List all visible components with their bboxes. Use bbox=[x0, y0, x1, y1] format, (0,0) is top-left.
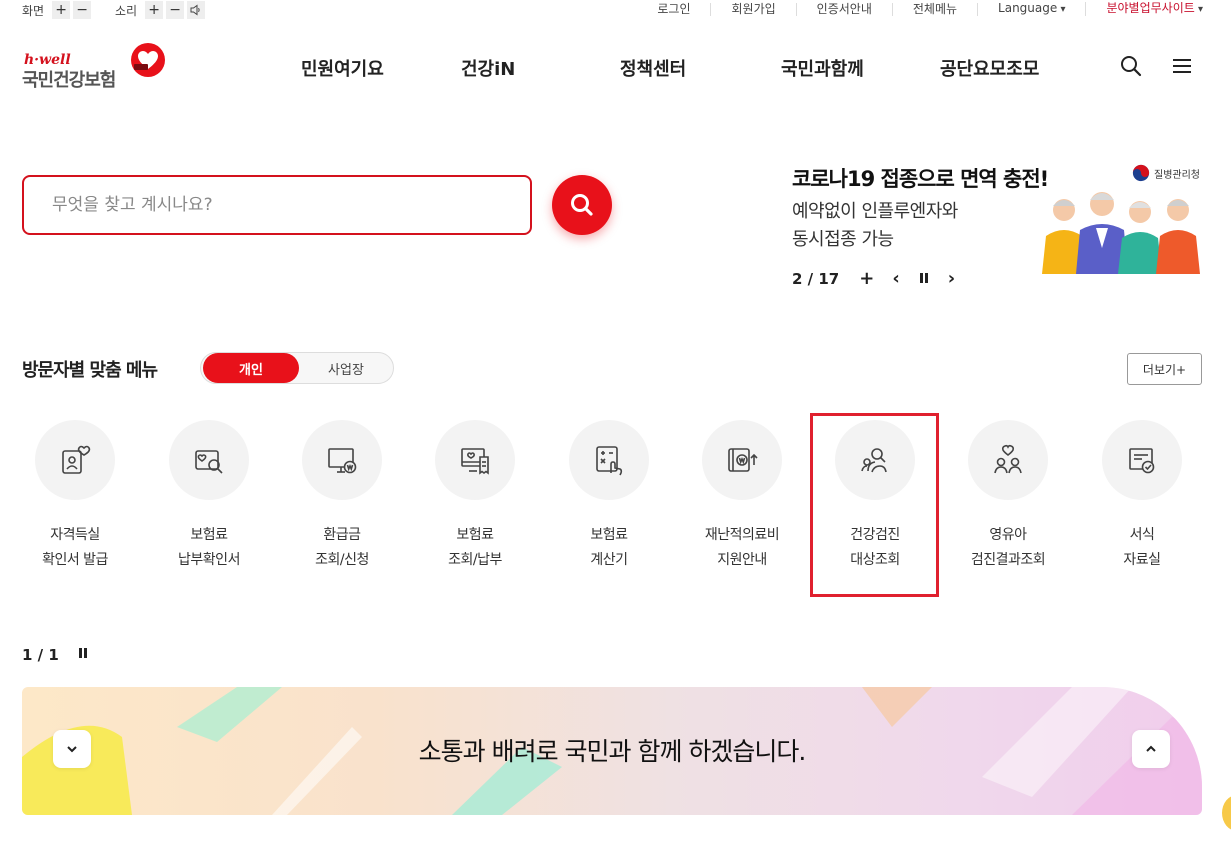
monitor-receipt-icon bbox=[461, 448, 489, 475]
chatbot-floating-icon[interactable] bbox=[1222, 795, 1231, 831]
visitor-type-toggle: 개인 사업장 bbox=[200, 352, 394, 384]
search-button[interactable] bbox=[552, 175, 612, 235]
quick-menu-label: 납부확인서 bbox=[178, 552, 240, 568]
sound-control: 소리 + − bbox=[115, 1, 208, 19]
agency-name: 질병관리청 bbox=[1154, 169, 1200, 181]
quick-menu-forms[interactable]: 서식자료실 bbox=[1092, 420, 1192, 573]
logo-heart-icon bbox=[131, 43, 165, 77]
banner-collapse-button[interactable] bbox=[53, 730, 91, 768]
language-dropdown[interactable]: Language bbox=[978, 2, 1087, 16]
quick-menu-qualification[interactable]: 자격득실확인서 발급 bbox=[25, 420, 125, 573]
all-menu-link[interactable]: 전체메뉴 bbox=[893, 2, 979, 16]
quick-menu-label: 지원안내 bbox=[717, 552, 767, 568]
banner-expand-button[interactable] bbox=[1132, 730, 1170, 768]
banner-subtitle-line: 예약없이 인플루엔자와 bbox=[792, 201, 958, 222]
quick-menu-label: 확인서 발급 bbox=[42, 552, 108, 568]
id-card-icon bbox=[62, 445, 91, 474]
quick-menu-infant-checkup[interactable]: 영유아검진결과조회 bbox=[958, 420, 1058, 573]
banner-pause-button[interactable] bbox=[918, 270, 930, 288]
quick-menu-label: 서식 bbox=[1129, 527, 1155, 543]
monitor-won-icon bbox=[328, 448, 357, 474]
agency-logo: 질병관리청 bbox=[1132, 164, 1200, 182]
elderly-people-illustration bbox=[1042, 192, 1200, 274]
search-icon[interactable] bbox=[1119, 54, 1143, 78]
quick-menu-label: 재난적의료비 bbox=[704, 527, 780, 543]
hamburger-menu-icon[interactable] bbox=[1170, 54, 1194, 78]
taegeuk-emblem-icon bbox=[1132, 164, 1150, 182]
quick-menu-label: 조회/신청 bbox=[315, 552, 369, 568]
quick-menu-refund[interactable]: 환급금조회/신청 bbox=[292, 420, 392, 573]
nav-civil-service[interactable]: 민원여기요 bbox=[301, 55, 384, 81]
nav-health-in[interactable]: 건강iN bbox=[461, 55, 515, 81]
quick-menu-premium-inquiry[interactable]: 보험료조회/납부 bbox=[425, 420, 525, 573]
quick-menu-label: 조회/납부 bbox=[448, 552, 502, 568]
banner-controls: 2 / 17 + ‹ › bbox=[792, 270, 973, 289]
banner-next-button[interactable]: › bbox=[948, 270, 955, 288]
quick-menu-pause-button[interactable] bbox=[77, 647, 89, 663]
business-sites-dropdown[interactable]: 분야별업무사이트 bbox=[1086, 2, 1203, 16]
nav-policy-center[interactable]: 정책센터 bbox=[620, 55, 686, 81]
quick-menu-calculator[interactable]: 보험료계산기 bbox=[559, 420, 659, 573]
nav-with-citizens[interactable]: 국민과함께 bbox=[781, 55, 864, 81]
main-search-box bbox=[22, 175, 532, 235]
quick-menu-label: 보험료 bbox=[190, 527, 228, 543]
certificate-guide-link[interactable]: 인증서안내 bbox=[797, 2, 893, 16]
quick-menu-label: 계산기 bbox=[590, 552, 628, 568]
sound-label: 소리 bbox=[115, 3, 138, 18]
sound-up-button[interactable]: + bbox=[145, 1, 164, 19]
slogan-banner: 소통과 배려로 국민과 함께 하겠습니다. bbox=[22, 687, 1202, 815]
nav-about-corporation[interactable]: 공단요모조모 bbox=[940, 55, 1039, 81]
screen-zoom-in-button[interactable]: + bbox=[52, 1, 71, 19]
banner-title[interactable]: 코로나19 접종으로 면역 충전! bbox=[792, 163, 1049, 193]
quick-menu-page-indicator: 1 / 1 bbox=[22, 646, 59, 664]
chevron-up-icon bbox=[1146, 745, 1156, 752]
banner-add-button[interactable]: + bbox=[859, 270, 874, 288]
quick-menu-label: 보험료 bbox=[590, 527, 628, 543]
site-logo[interactable]: h·well 국민건강보험 bbox=[22, 43, 172, 94]
selection-highlight-box bbox=[810, 413, 939, 597]
screen-zoom-control: 화면 + − bbox=[22, 1, 94, 19]
quick-menu-label: 검진결과조회 bbox=[970, 552, 1046, 568]
logo-name: 국민건강보험 bbox=[22, 70, 116, 91]
search-button-icon bbox=[571, 194, 593, 216]
quick-menu-payment-certificate[interactable]: 보험료납부확인서 bbox=[159, 420, 259, 573]
form-check-icon bbox=[1129, 448, 1155, 474]
login-link[interactable]: 로그인 bbox=[637, 2, 712, 16]
sound-down-button[interactable]: − bbox=[166, 1, 185, 19]
chevron-down-icon bbox=[67, 746, 77, 753]
signup-link[interactable]: 회원가입 bbox=[711, 2, 797, 16]
quick-menu-pager: 1 / 1 bbox=[22, 646, 89, 664]
quick-menu-label: 영유아 bbox=[989, 527, 1027, 543]
wallet-won-icon bbox=[728, 448, 758, 472]
calculator-touch-icon bbox=[596, 446, 623, 476]
top-links: 로그인 회원가입 인증서안내 전체메뉴 Language 분야별업무사이트 bbox=[637, 2, 1203, 16]
banner-prev-button[interactable]: ‹ bbox=[892, 270, 899, 288]
tab-personal[interactable]: 개인 bbox=[203, 353, 299, 383]
more-button[interactable]: 더보기+ bbox=[1127, 353, 1202, 385]
quick-menu-label: 보험료 bbox=[456, 527, 494, 543]
tab-business[interactable]: 사업장 bbox=[299, 353, 393, 383]
screen-zoom-label: 화면 bbox=[22, 3, 45, 18]
quick-menu-label: 자격득실 bbox=[50, 527, 100, 543]
banner-subtitle: 예약없이 인플루엔자와 동시접종 가능 bbox=[792, 198, 958, 254]
visitor-menu-title: 방문자별 맞춤 메뉴 bbox=[22, 360, 158, 381]
quick-menu-label: 환급금 bbox=[323, 527, 361, 543]
quick-menu-label: 자료실 bbox=[1123, 552, 1161, 568]
speaker-icon[interactable] bbox=[187, 1, 206, 19]
quick-menu-catastrophic-medical[interactable]: 재난적의료비지원안내 bbox=[692, 420, 792, 573]
slogan-text: 소통과 배려로 국민과 함께 하겠습니다. bbox=[418, 737, 807, 766]
search-input[interactable] bbox=[24, 177, 530, 233]
screen-zoom-out-button[interactable]: − bbox=[73, 1, 92, 19]
banner-page-indicator: 2 / 17 bbox=[792, 270, 840, 288]
utility-bar: 화면 + − 소리 + − 로그인 회원가입 인증서안내 전체메뉴 Langua… bbox=[0, 0, 1231, 22]
document-search-icon bbox=[195, 450, 223, 474]
banner-subtitle-line: 동시접종 가능 bbox=[792, 229, 894, 250]
family-heart-icon bbox=[994, 444, 1022, 474]
